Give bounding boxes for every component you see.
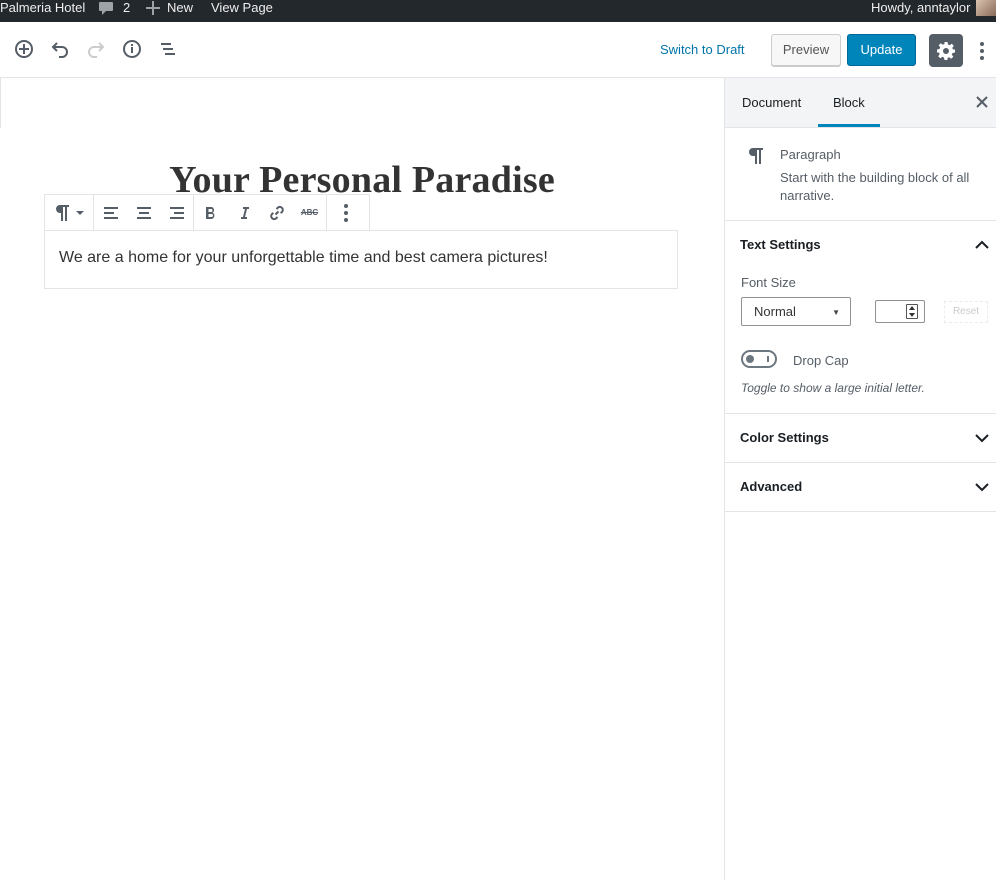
add-block-icon[interactable] bbox=[12, 37, 36, 61]
font-size-label: Font Size bbox=[741, 275, 796, 290]
editor-header: Switch to Draft Preview Update bbox=[0, 22, 996, 78]
toggle-knob bbox=[746, 355, 754, 363]
comments-link[interactable]: 2 bbox=[98, 0, 130, 22]
toggle-off-indicator bbox=[767, 356, 769, 362]
italic-button[interactable] bbox=[227, 195, 260, 230]
drop-cap-toggle[interactable] bbox=[741, 350, 777, 368]
block-card-title: Paragraph bbox=[780, 147, 841, 162]
view-page-link[interactable]: View Page bbox=[211, 0, 273, 22]
drop-cap-help-text: Toggle to show a large initial letter. bbox=[741, 381, 925, 395]
howdy-user-link[interactable]: Howdy, anntaylor bbox=[871, 0, 970, 22]
switch-to-draft-button[interactable]: Switch to Draft bbox=[660, 42, 745, 57]
font-size-reset-button[interactable]: Reset bbox=[944, 301, 988, 323]
text-settings-toggle[interactable]: Text Settings bbox=[725, 221, 996, 269]
redo-icon[interactable] bbox=[84, 37, 108, 61]
admin-bar: Palmeria Hotel 2 New View Page Howdy, an… bbox=[0, 0, 996, 22]
settings-sidebar: Document Block Paragraph Start with the … bbox=[724, 78, 996, 880]
bold-button[interactable] bbox=[194, 195, 227, 230]
color-settings-panel: Color Settings bbox=[725, 414, 996, 463]
more-vertical-icon bbox=[980, 42, 984, 60]
close-sidebar-button[interactable] bbox=[974, 94, 990, 110]
panel-title: Advanced bbox=[740, 479, 803, 494]
plus-icon bbox=[146, 1, 160, 15]
advanced-panel: Advanced bbox=[725, 463, 996, 512]
editor-canvas: Your Personal Paradise ABC We are a home… bbox=[0, 78, 724, 880]
sidebar-tabs: Document Block bbox=[725, 78, 996, 128]
undo-icon[interactable] bbox=[48, 37, 72, 61]
chevron-down-icon bbox=[975, 434, 989, 443]
drop-cap-label: Drop Cap bbox=[793, 353, 849, 368]
paragraph-icon bbox=[56, 204, 69, 221]
link-icon bbox=[269, 205, 284, 220]
advanced-toggle[interactable]: Advanced bbox=[725, 463, 996, 511]
align-right-button[interactable] bbox=[160, 195, 193, 230]
site-name-link[interactable]: Palmeria Hotel bbox=[0, 0, 85, 22]
new-label: New bbox=[167, 0, 194, 15]
outline-icon[interactable] bbox=[156, 37, 180, 61]
color-settings-toggle[interactable]: Color Settings bbox=[725, 414, 996, 462]
more-options-icon bbox=[344, 203, 348, 222]
new-content-link[interactable]: New bbox=[146, 0, 193, 22]
link-button[interactable] bbox=[260, 195, 293, 230]
avatar[interactable] bbox=[976, 0, 996, 16]
tab-document[interactable]: Document bbox=[742, 95, 801, 110]
active-tab-indicator bbox=[818, 124, 880, 127]
close-icon bbox=[976, 96, 988, 108]
font-size-select[interactable]: Normal ▼ bbox=[741, 297, 851, 326]
gear-icon bbox=[937, 41, 955, 60]
align-center-icon bbox=[136, 206, 151, 219]
tab-block[interactable]: Block bbox=[833, 95, 865, 110]
block-card-description: Start with the building block of all nar… bbox=[780, 170, 970, 203]
preview-button[interactable]: Preview bbox=[771, 34, 841, 66]
panel-title: Color Settings bbox=[740, 430, 829, 445]
custom-font-size-input[interactable] bbox=[875, 300, 925, 323]
caret-down-icon: ▼ bbox=[832, 308, 840, 317]
panel-title: Text Settings bbox=[740, 237, 821, 252]
text-settings-panel: Text Settings Font Size Normal ▼ Reset D… bbox=[725, 221, 996, 414]
block-more-options-button[interactable] bbox=[327, 195, 365, 230]
align-right-icon bbox=[169, 206, 184, 219]
block-card: Paragraph Start with the building block … bbox=[725, 128, 996, 221]
update-button[interactable]: Update bbox=[847, 34, 916, 66]
block-toolbar: ABC bbox=[44, 194, 370, 231]
info-icon[interactable] bbox=[120, 37, 144, 61]
alignment-group bbox=[94, 195, 194, 230]
bold-icon bbox=[205, 206, 214, 219]
strikethrough-icon: ABC bbox=[300, 208, 319, 217]
font-size-select-value: Normal bbox=[754, 304, 796, 319]
chevron-down-icon bbox=[76, 210, 84, 215]
comment-bubble-icon bbox=[99, 2, 113, 15]
chevron-up-icon bbox=[975, 240, 989, 249]
align-left-icon bbox=[103, 206, 118, 219]
chevron-down-icon bbox=[975, 483, 989, 492]
block-switcher-group bbox=[45, 195, 94, 230]
strikethrough-button[interactable]: ABC bbox=[293, 195, 326, 230]
paragraph-block[interactable]: We are a home for your unforgettable tim… bbox=[44, 230, 678, 289]
align-left-button[interactable] bbox=[94, 195, 127, 230]
align-center-button[interactable] bbox=[127, 195, 160, 230]
number-spinner-icon[interactable] bbox=[906, 304, 918, 319]
more-group bbox=[327, 195, 365, 230]
divider bbox=[0, 78, 1, 128]
formatting-group: ABC bbox=[194, 195, 327, 230]
more-menu-button[interactable] bbox=[973, 39, 991, 63]
block-switcher-button[interactable] bbox=[45, 195, 93, 230]
comments-count: 2 bbox=[123, 0, 131, 15]
italic-icon bbox=[240, 206, 249, 219]
paragraph-icon bbox=[749, 148, 763, 164]
settings-button[interactable] bbox=[929, 34, 963, 67]
